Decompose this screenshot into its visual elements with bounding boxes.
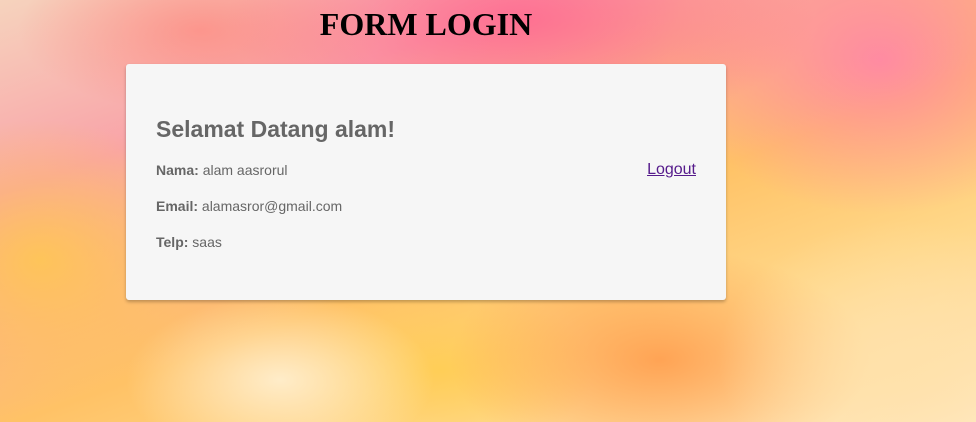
page-title: FORM LOGIN [319, 6, 533, 42]
nama-label: Nama: [156, 162, 203, 178]
welcome-heading: Selamat Datang alam! [156, 116, 396, 142]
info-row-nama: Nama: alam aasrorul [156, 161, 288, 179]
logout-link[interactable]: Logout [647, 160, 696, 180]
telp-value: saas [192, 234, 222, 250]
telp-label: Telp: [156, 234, 193, 250]
nama-value: alam aasrorul [202, 162, 288, 178]
email-label: Email: [156, 198, 202, 214]
info-row-telp: Telp: saas [156, 233, 222, 251]
profile-card: Selamat Datang alam! Nama: alam aasrorul… [126, 64, 726, 300]
info-row-email: Email: alamasror@gmail.com [156, 197, 342, 215]
email-value: alamasror@gmail.com [201, 198, 343, 214]
